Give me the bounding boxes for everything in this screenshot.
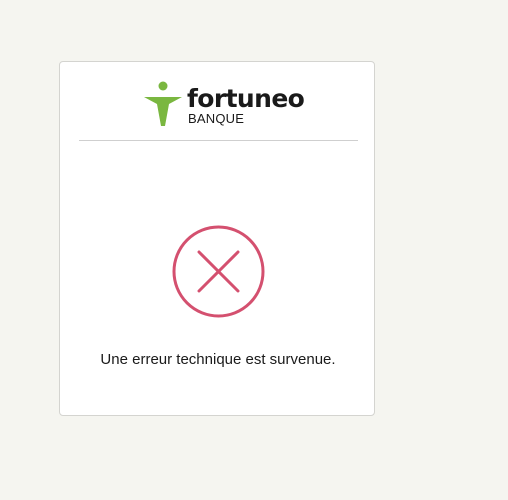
header-divider	[79, 140, 358, 141]
error-circle-x-icon	[172, 225, 265, 318]
brand-name: fortuneo	[187, 84, 305, 113]
brand-subtitle: BANQUE	[188, 111, 245, 126]
error-message: Une erreur technique est survenue.	[100, 351, 336, 368]
fortuneo-star-person-icon	[144, 81, 182, 126]
error-card: fortuneo BANQUE Une erreur technique est…	[59, 61, 375, 416]
fortuneo-logo: fortuneo BANQUE	[142, 80, 305, 128]
